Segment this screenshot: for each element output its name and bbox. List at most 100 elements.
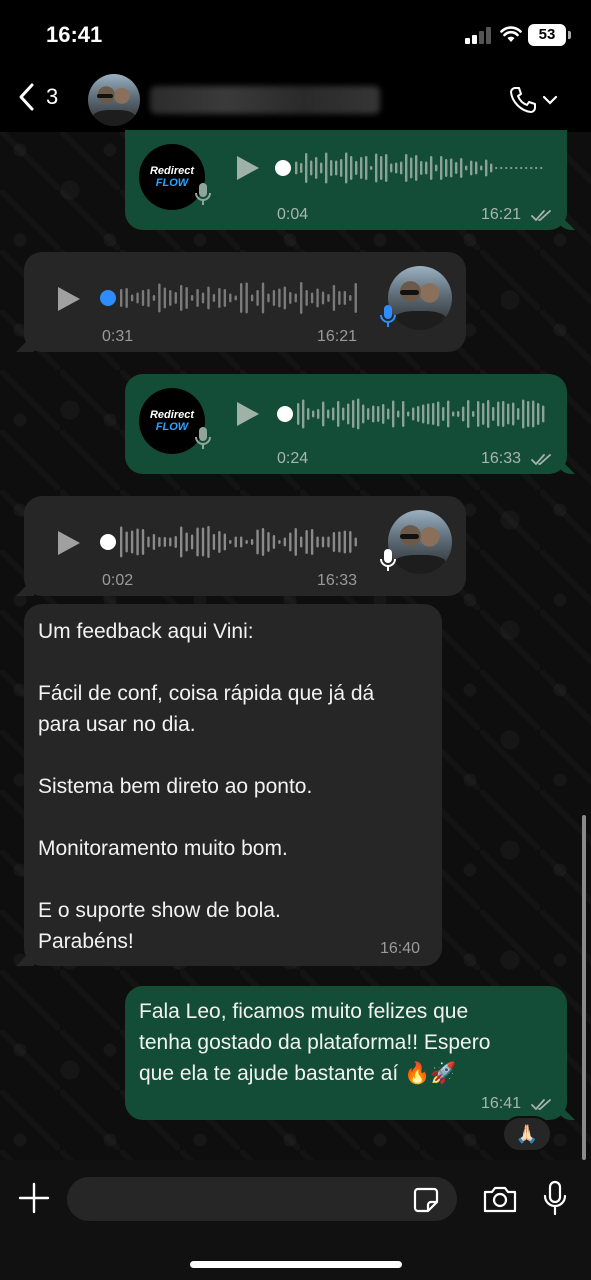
waveform-bar	[350, 156, 353, 180]
waveform-bar	[278, 288, 281, 308]
audio-waveform[interactable]	[277, 394, 547, 434]
waveform-bar	[321, 536, 325, 548]
message-input[interactable]	[67, 1177, 457, 1221]
waveform-bar	[522, 399, 525, 429]
waveform-bar	[455, 162, 458, 174]
waveform-bar	[240, 536, 243, 548]
call-button[interactable]	[508, 84, 560, 116]
play-button[interactable]	[56, 285, 82, 313]
attach-plus-button[interactable]	[18, 1182, 50, 1214]
waveform-bar	[289, 292, 292, 304]
waveform-bar	[147, 536, 150, 548]
waveform-bar	[256, 529, 259, 555]
playback-position-knob	[275, 160, 291, 176]
waveform-bar	[152, 295, 156, 301]
read-receipt-icon	[531, 210, 551, 222]
waveform-bar	[357, 398, 360, 430]
microphone-icon	[195, 427, 211, 449]
waveform-bar	[212, 534, 216, 550]
waveform-bar	[497, 401, 500, 427]
back-button[interactable]: 3	[16, 82, 58, 112]
waveform-bar	[377, 406, 380, 422]
waveform-bar	[321, 291, 325, 305]
camera-icon[interactable]	[482, 1184, 518, 1214]
waveform-bar	[395, 162, 398, 174]
waveform-bar	[322, 401, 325, 427]
waveform-bar	[316, 288, 319, 308]
audio-waveform[interactable]	[100, 278, 360, 318]
waveform-bar	[250, 294, 254, 302]
waveform-bar	[515, 167, 518, 169]
waveform-bar	[158, 537, 161, 547]
cellular-signal-icon	[465, 26, 493, 44]
waveform-bar	[300, 536, 303, 548]
waveform-bar	[250, 539, 254, 545]
message-time: 16:33	[317, 572, 358, 589]
waveform-bar	[169, 537, 172, 547]
audio-waveform[interactable]	[100, 522, 360, 562]
waveform-bar	[325, 152, 328, 184]
waveform-bar	[294, 528, 297, 556]
waveform-bar	[345, 152, 348, 184]
waveform-bar	[190, 295, 194, 301]
waveform-bar	[272, 535, 276, 549]
message-reaction[interactable]: 🙏🏻	[502, 1116, 552, 1152]
play-button[interactable]	[235, 154, 261, 182]
voice-duration: 0:24	[277, 450, 309, 467]
waveform-bar	[332, 285, 336, 311]
waveform-bar	[240, 283, 243, 313]
waveform-bar	[312, 410, 315, 418]
microphone-icon	[380, 549, 396, 571]
contact-avatar[interactable]	[88, 74, 140, 126]
waveform-bar	[310, 529, 314, 555]
waveform-bar	[261, 528, 265, 556]
waveform-bar	[158, 283, 161, 313]
waveform-bar	[432, 403, 435, 425]
waveform-bar	[482, 403, 485, 425]
playback-position-knob	[100, 290, 116, 306]
waveform-bar	[295, 161, 298, 175]
play-button[interactable]	[56, 529, 82, 557]
unread-count: 3	[46, 84, 59, 109]
audio-waveform[interactable]	[275, 148, 545, 188]
waveform-bar	[365, 156, 368, 180]
waveform-bar	[147, 289, 150, 307]
waveform-bar	[163, 537, 167, 547]
chat-header: 3	[0, 70, 591, 132]
waveform-bar	[430, 156, 433, 180]
waveform-bar	[315, 157, 318, 179]
message-time: 16:21	[317, 328, 358, 345]
waveform-bar	[520, 167, 523, 169]
play-button[interactable]	[235, 400, 261, 428]
waveform-bar	[382, 404, 385, 424]
waveform-bar	[427, 403, 430, 425]
waveform-bar	[223, 289, 227, 307]
waveform-bar	[532, 400, 535, 428]
sticker-icon[interactable]	[412, 1186, 440, 1214]
waveform-bar	[218, 531, 221, 553]
waveform-bar	[229, 540, 232, 544]
waveform-bar	[174, 536, 177, 548]
microphone-icon[interactable]	[543, 1180, 567, 1216]
waveform-bar	[340, 159, 343, 177]
waveform-bar	[201, 527, 205, 557]
waveform-bar	[367, 408, 370, 420]
play-icon	[58, 531, 80, 555]
waveform-bar	[467, 400, 470, 428]
waveform-bar	[542, 405, 545, 423]
waveform-bar	[407, 411, 410, 417]
waveform-bar	[442, 407, 445, 421]
home-indicator	[190, 1261, 402, 1268]
waveform-bar	[289, 532, 292, 552]
scrollbar[interactable]	[582, 815, 586, 1160]
waveform-bar	[245, 282, 248, 314]
waveform-bar	[229, 293, 232, 303]
waveform-bar	[422, 404, 425, 424]
waveform-bar	[234, 536, 237, 548]
waveform-bar	[283, 286, 287, 310]
waveform-bar	[385, 154, 388, 182]
waveform-bar	[402, 401, 405, 427]
contact-name-blurred[interactable]	[150, 86, 380, 114]
waveform-bar	[512, 402, 515, 426]
waveform-bar	[505, 167, 508, 169]
